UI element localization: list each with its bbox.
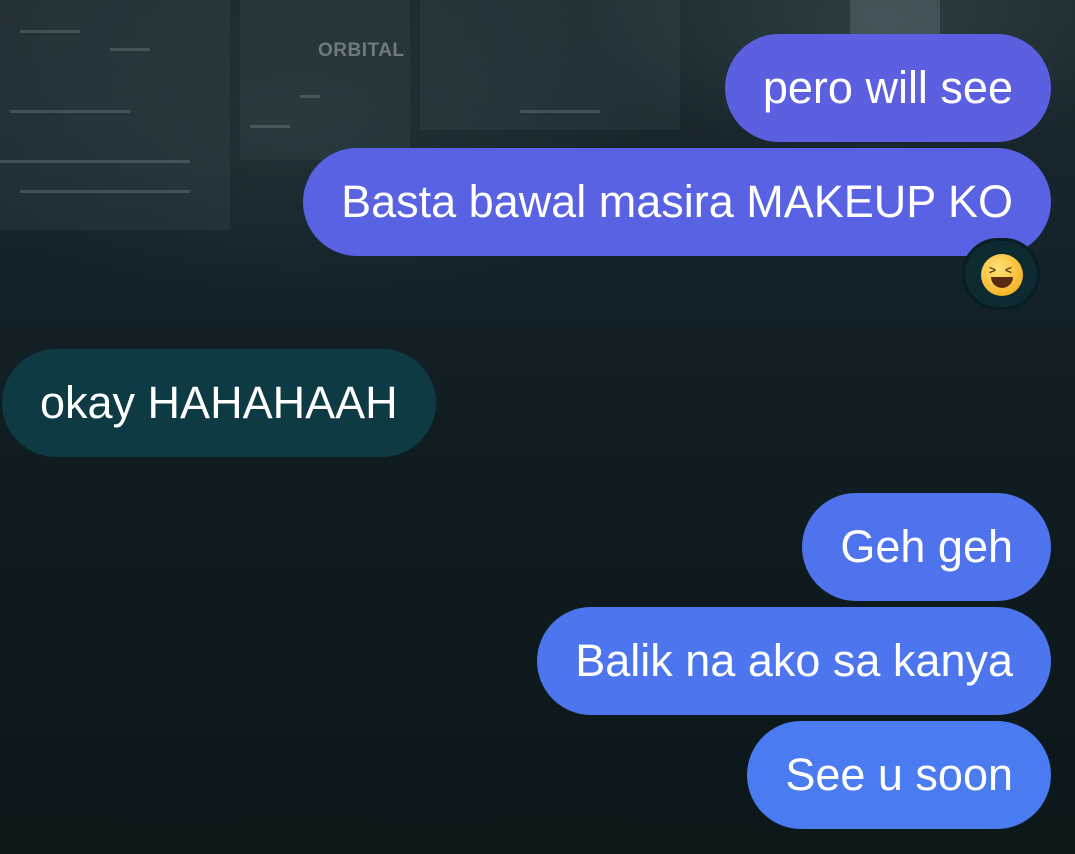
message-text: pero will see — [762, 62, 1013, 113]
background-window — [520, 110, 600, 113]
laughing-squinting-face-icon: > < — [981, 254, 1023, 296]
background-window — [250, 125, 290, 128]
background-billboard-text: ORBITAL — [318, 40, 405, 61]
background-window — [300, 95, 320, 98]
background-window — [0, 160, 190, 163]
message-text: See u soon — [785, 749, 1013, 800]
message-text: okay HAHAHAAH — [40, 377, 398, 428]
message-bubble-sent[interactable]: pero will see — [724, 34, 1051, 142]
background-window — [10, 110, 130, 113]
message-bubble-sent[interactable]: Geh geh — [802, 493, 1051, 601]
message-text: Balik na ako sa kanya — [575, 635, 1013, 686]
message-bubble-sent[interactable]: Balik na ako sa kanya — [537, 607, 1051, 715]
message-bubble-sent[interactable]: See u soon — [747, 721, 1051, 829]
message-bubble-received[interactable]: okay HAHAHAAH — [2, 349, 436, 457]
message-reaction[interactable]: > < — [962, 238, 1040, 310]
background-building — [240, 0, 410, 160]
background-window — [110, 48, 150, 51]
message-text: Basta bawal masira MAKEUP KO — [341, 176, 1013, 227]
background-window — [20, 30, 80, 33]
message-bubble-sent[interactable]: Basta bawal masira MAKEUP KO — [303, 148, 1051, 256]
background-window — [20, 190, 190, 193]
background-building — [0, 0, 230, 230]
message-text: Geh geh — [840, 521, 1013, 572]
